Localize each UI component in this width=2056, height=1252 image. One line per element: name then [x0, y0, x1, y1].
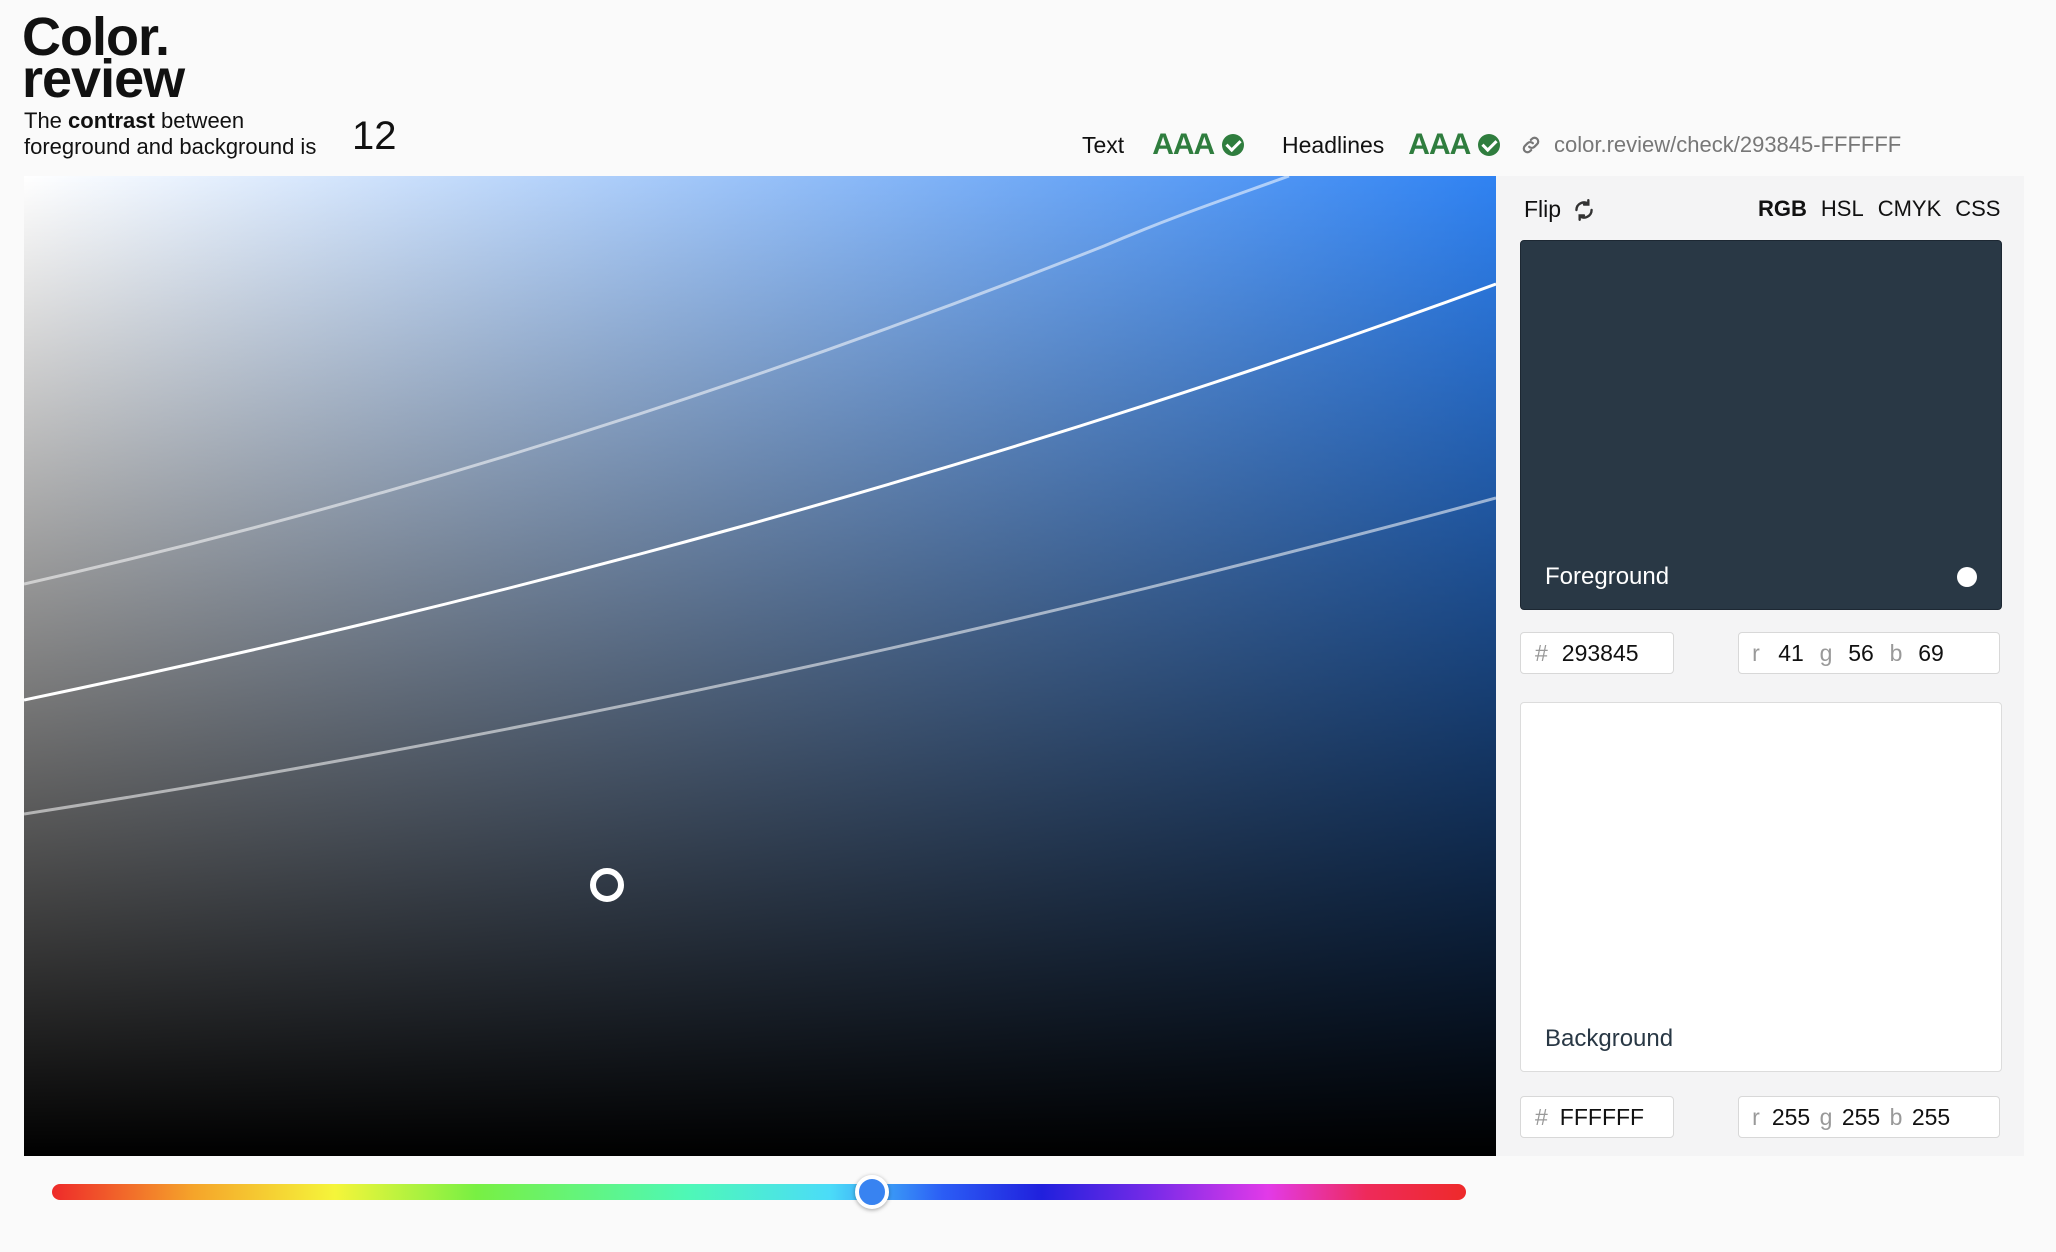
- logo[interactable]: Color. review: [22, 10, 185, 109]
- foreground-hex-input[interactable]: # 293845: [1520, 632, 1674, 674]
- background-label: Background: [1545, 1025, 1674, 1052]
- active-indicator: [1957, 567, 1977, 587]
- flip-label: Flip: [1524, 196, 1562, 222]
- contrast-description: The contrast between foreground and back…: [24, 108, 316, 160]
- foreground-label: Foreground: [1545, 563, 1670, 590]
- background-g-value[interactable]: 255: [1835, 1104, 1887, 1131]
- tab-rgb[interactable]: RGB: [1758, 196, 1807, 222]
- channel-label-b: b: [1889, 639, 1903, 666]
- picker-handle[interactable]: [590, 868, 624, 902]
- contrast-curve-upper: [24, 176, 1290, 586]
- background-b-value[interactable]: 255: [1905, 1104, 1957, 1131]
- channel-label-r: r: [1752, 1103, 1760, 1130]
- foreground-swatch[interactable]: Foreground: [1520, 240, 2002, 610]
- hue-slider-thumb[interactable]: [855, 1175, 890, 1209]
- rating-text: Text AAA: [1082, 128, 1245, 162]
- foreground-g-value[interactable]: 56: [1835, 640, 1887, 667]
- contrast-ratio-value: 12: [352, 114, 397, 158]
- contrast-suffix: between: [160, 108, 245, 133]
- background-r-value[interactable]: 255: [1765, 1104, 1817, 1131]
- hue-slider[interactable]: [52, 1184, 1466, 1200]
- channel-label-b: b: [1889, 1103, 1903, 1130]
- rating-badge: AAA: [1408, 128, 1471, 161]
- tab-hsl[interactable]: HSL: [1821, 196, 1864, 222]
- foreground-b-value[interactable]: 69: [1905, 640, 1957, 667]
- background-hex-value[interactable]: FFFFFF: [1560, 1104, 1644, 1131]
- background-swatch[interactable]: Background: [1520, 702, 2002, 1072]
- channel-label-g: g: [1819, 639, 1833, 666]
- check-circle-icon: [1478, 134, 1501, 156]
- hash-prefix: #: [1535, 1103, 1548, 1130]
- tab-css[interactable]: CSS: [1955, 196, 2000, 222]
- contrast-prefix: The: [24, 108, 62, 133]
- contrast-curve-current: [24, 282, 1496, 702]
- check-circle-icon: [1222, 134, 1245, 156]
- rating-label: Text: [1082, 131, 1125, 158]
- share-url[interactable]: color.review/check/293845-FFFFFF: [1554, 132, 1901, 158]
- foreground-hex-value[interactable]: 293845: [1562, 640, 1639, 667]
- color-picker-area[interactable]: [24, 176, 1496, 1156]
- contrast-emphasis: contrast: [68, 108, 155, 133]
- flip-button[interactable]: Flip: [1524, 196, 1597, 223]
- foreground-rgb-input[interactable]: r 41 g 56 b 69: [1738, 632, 2000, 674]
- channel-label-g: g: [1819, 1103, 1833, 1130]
- background-hex-input[interactable]: # FFFFFF: [1520, 1096, 1674, 1138]
- rating-label: Headlines: [1282, 131, 1385, 158]
- contrast-curves: [24, 176, 1496, 816]
- rating-headlines: Headlines AAA: [1282, 128, 1501, 162]
- logo-line-2: review: [22, 49, 185, 109]
- foreground-r-value[interactable]: 41: [1765, 640, 1817, 667]
- tab-cmyk[interactable]: CMYK: [1878, 196, 1942, 222]
- share-link[interactable]: color.review/check/293845-FFFFFF: [1520, 132, 1901, 158]
- hash-prefix: #: [1535, 639, 1548, 666]
- contrast-curve-lower: [24, 496, 1496, 816]
- link-icon: [1522, 136, 1540, 154]
- contrast-line-2: foreground and background is: [24, 134, 317, 159]
- format-tabs: RGB HSL CMYK CSS: [1744, 196, 2001, 222]
- flip-icon: [1575, 198, 1593, 221]
- background-rgb-input[interactable]: r 255 g 255 b 255: [1738, 1096, 2000, 1138]
- channel-label-r: r: [1752, 639, 1760, 666]
- rating-badge: AAA: [1152, 128, 1215, 161]
